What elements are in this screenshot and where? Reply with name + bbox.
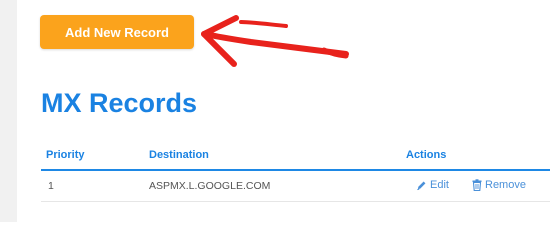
section-title: MX Records	[41, 88, 198, 118]
trash-icon	[472, 179, 482, 191]
table-row: 1 ASPMX.L.GOOGLE.COM Edit Remove	[41, 171, 550, 202]
destination-cell: ASPMX.L.GOOGLE.COM	[149, 180, 271, 192]
column-header-priority: Priority	[46, 149, 85, 161]
remove-link[interactable]: Remove	[472, 179, 526, 191]
mx-records-table: Priority Destination Actions 1 ASPMX.L.G…	[41, 143, 550, 202]
edit-link[interactable]: Edit	[416, 179, 449, 191]
remove-label: Remove	[485, 179, 526, 191]
column-header-destination: Destination	[149, 149, 209, 161]
table-header: Priority Destination Actions	[41, 143, 550, 171]
edit-label: Edit	[430, 179, 449, 191]
red-arrow-icon	[201, 15, 349, 67]
pencil-icon	[416, 180, 427, 191]
page-margin	[0, 0, 17, 222]
priority-cell: 1	[48, 180, 54, 192]
add-new-record-button[interactable]: Add New Record	[40, 15, 194, 49]
column-header-actions: Actions	[406, 149, 447, 161]
